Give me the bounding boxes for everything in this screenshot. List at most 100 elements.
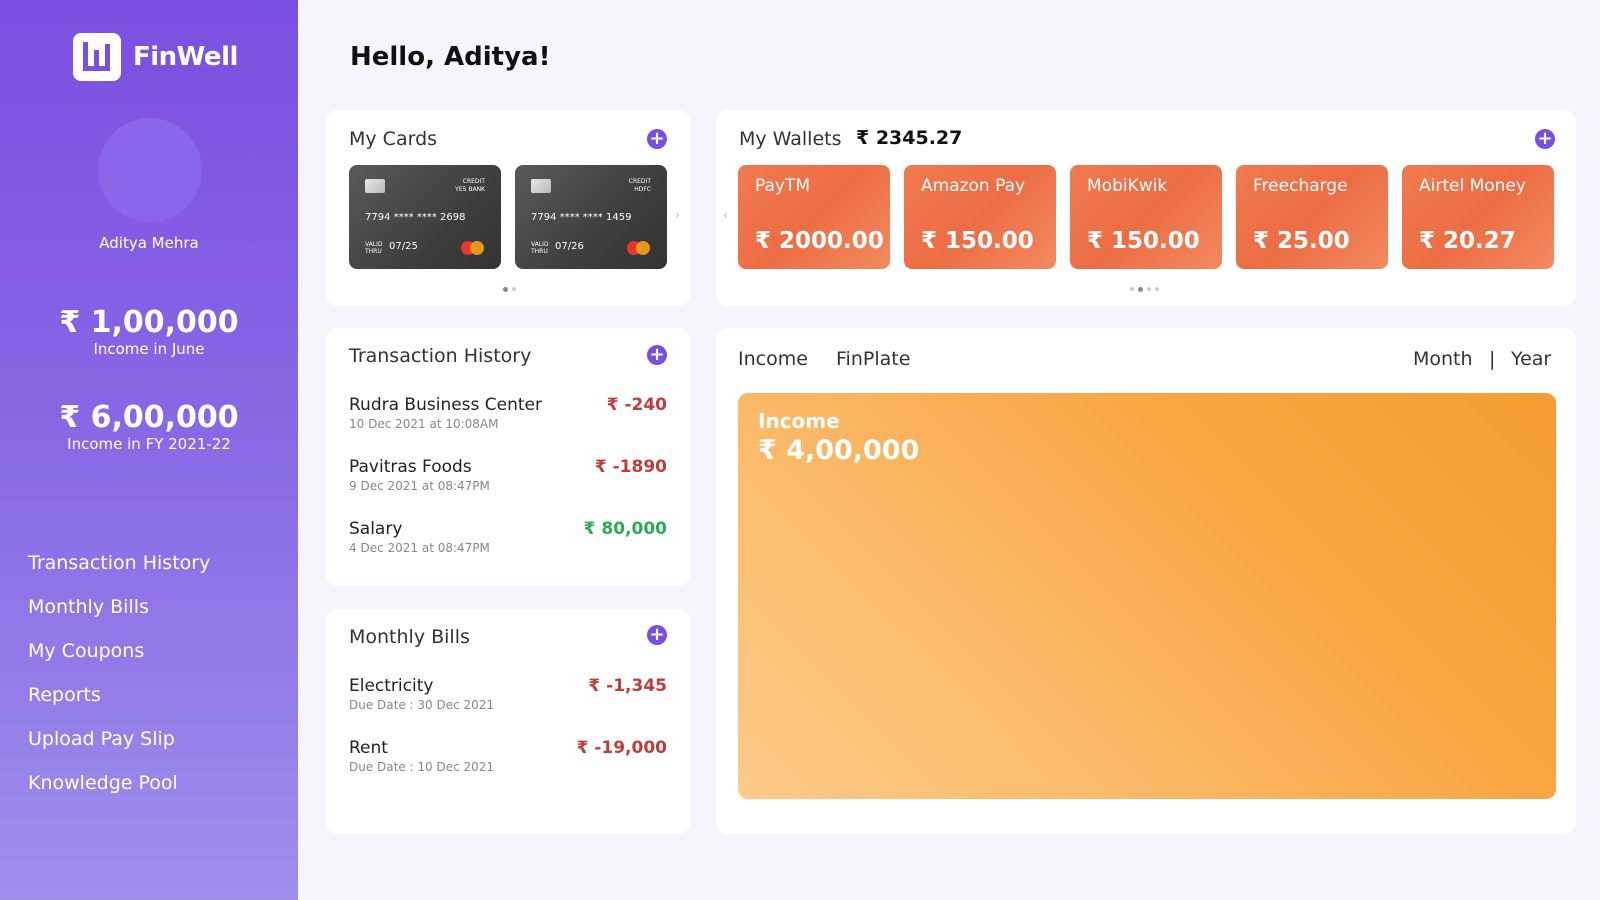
wallet-airtel-money[interactable]: Airtel Money ₹ 20.27 [1402,165,1554,269]
sidebar-nav: Transaction History Monthly Bills My Cou… [28,550,210,814]
panel-title: Transaction History [349,345,532,367]
my-cards-panel: My Cards + CREDIT YES BANK 7794 **** ***… [326,110,690,306]
add-card-button[interactable]: + [647,129,667,149]
stat-yearly-income: ₹ 6,00,000 Income in FY 2021-22 [0,400,298,453]
valid-label: VALID [531,241,549,248]
transaction-row[interactable]: Rudra Business Center 10 Dec 2021 at 10:… [349,395,667,431]
stat-label: Income in June [93,340,205,358]
transaction-row[interactable]: Salary 4 Dec 2021 at 08:47PM ₹ 80,000 [349,519,667,555]
mastercard-icon [627,241,651,255]
stat-amount: ₹ 6,00,000 [59,400,239,435]
wallet-name: PayTM [755,176,811,196]
wallet-name: Amazon Pay [921,176,1026,196]
toggle-month[interactable]: Month [1413,348,1473,370]
sidebar-item-reports[interactable]: Reports [28,682,210,726]
sidebar-item-my-coupons[interactable]: My Coupons [28,638,210,682]
sidebar-item-knowledge-pool[interactable]: Knowledge Pool [28,770,210,814]
chevron-left-icon[interactable]: ‹ [723,208,728,222]
thru-label: THRU [531,248,548,255]
panel-title: Monthly Bills [349,626,470,648]
carousel-dot[interactable] [1138,286,1143,292]
add-bill-button[interactable]: + [647,625,667,645]
stat-amount: ₹ 1,00,000 [59,305,239,340]
mastercard-icon [461,241,485,255]
valid-label: VALID [365,241,383,248]
wallet-name: Freecharge [1253,176,1348,196]
transaction-amount: ₹ -240 [606,395,667,415]
chevron-right-icon[interactable]: › [675,208,680,222]
transaction-amount: ₹ -1890 [594,457,667,477]
stat-label: Income in FY 2021-22 [67,435,231,453]
income-label: Income [758,409,840,433]
card-type-label: CREDIT [628,178,651,185]
sidebar-item-monthly-bills[interactable]: Monthly Bills [28,594,210,638]
bill-due-date: Due Date : 30 Dec 2021 [349,698,495,712]
wallet-amount: ₹ 150.00 [1087,228,1200,254]
wallet-amount: ₹ 150.00 [921,228,1034,254]
carousel-dot[interactable] [512,287,516,291]
stat-monthly-income: ₹ 1,00,000 Income in June [0,305,298,358]
toggle-year[interactable]: Year [1511,348,1551,370]
credit-card-hdfc[interactable]: CREDIT HDFC 7794 **** **** 1459 VALID TH… [515,165,667,269]
card-bank-label: HDFC [634,186,651,193]
card-type: CREDIT HDFC [629,178,651,194]
wallet-total-balance: ₹ 2345.27 [856,127,963,149]
transaction-row[interactable]: Pavitras Foods 9 Dec 2021 at 08:47PM ₹ -… [349,457,667,493]
panel-title: My Cards [349,128,438,150]
transaction-date: 9 Dec 2021 at 08:47PM [349,479,490,493]
toggle-separator: | [1489,348,1496,370]
carousel-dots[interactable] [1130,286,1159,292]
card-type-label: CREDIT [462,178,485,185]
sidebar-item-upload-pay-slip[interactable]: Upload Pay Slip [28,726,210,770]
add-wallet-button[interactable]: + [1535,129,1555,149]
card-type: CREDIT YES BANK [455,178,485,194]
carousel-dot[interactable] [1147,287,1151,291]
tab-income[interactable]: Income [738,348,808,370]
app-name: FinWell [133,42,238,72]
wallet-amount: ₹ 20.27 [1419,228,1516,254]
wallet-amazon-pay[interactable]: Amazon Pay ₹ 150.00 [904,165,1056,269]
user-name: Aditya Mehra [99,234,199,252]
bill-row[interactable]: Electricity Due Date : 30 Dec 2021 ₹ -1,… [349,676,667,712]
wallet-mobikwik[interactable]: MobiKwik ₹ 150.00 [1070,165,1222,269]
wallet-name: Airtel Money [1419,176,1526,196]
wallet-paytm[interactable]: PayTM ₹ 2000.00 [738,165,890,269]
income-summary-box: Income ₹ 4,00,000 [738,393,1556,799]
wallet-amount: ₹ 25.00 [1253,228,1350,254]
card-bank-label: YES BANK [455,186,485,193]
page-title: Hello, Aditya! [350,42,551,72]
tab-finplate[interactable]: FinPlate [836,348,910,370]
wallet-freecharge[interactable]: Freecharge ₹ 25.00 [1236,165,1388,269]
card-valid-label: VALID THRU [365,241,383,255]
sidebar-item-transaction-history[interactable]: Transaction History [28,550,210,594]
card-number: 7794 **** **** 1459 [531,212,632,223]
transaction-amount: ₹ 80,000 [583,519,667,539]
transaction-history-panel: Transaction History + Rudra Business Cen… [326,328,690,586]
credit-card-yes-bank[interactable]: CREDIT YES BANK 7794 **** **** 2698 VALI… [349,165,501,269]
card-number: 7794 **** **** 2698 [365,212,466,223]
bill-amount: ₹ -1,345 [588,676,667,696]
card-expiry: 07/25 [389,241,418,252]
monthly-bills-panel: Monthly Bills + Electricity Due Date : 3… [326,609,690,834]
carousel-dot[interactable] [1155,287,1159,291]
transaction-date: 4 Dec 2021 at 08:47PM [349,541,490,555]
avatar[interactable] [98,118,202,222]
card-valid-label: VALID THRU [531,241,549,255]
panel-title: My Wallets [739,128,842,150]
carousel-dots[interactable] [503,286,516,292]
bar-chart-logo-icon [73,33,121,81]
add-transaction-button[interactable]: + [647,345,667,365]
bill-due-date: Due Date : 10 Dec 2021 [349,760,495,774]
bill-row[interactable]: Rent Due Date : 10 Dec 2021 ₹ -19,000 [349,738,667,774]
card-chip-icon [365,179,385,193]
card-expiry: 07/26 [555,241,584,252]
sidebar: FinWell Aditya Mehra ₹ 1,00,000 Income i… [0,0,298,900]
transaction-date: 10 Dec 2021 at 10:08AM [349,417,499,431]
wallet-name: MobiKwik [1087,176,1168,196]
card-chip-icon [531,179,551,193]
bill-amount: ₹ -19,000 [576,738,667,758]
thru-label: THRU [365,248,382,255]
carousel-dot[interactable] [1130,287,1134,291]
app-logo[interactable]: FinWell [73,33,238,81]
carousel-dot[interactable] [503,286,508,292]
